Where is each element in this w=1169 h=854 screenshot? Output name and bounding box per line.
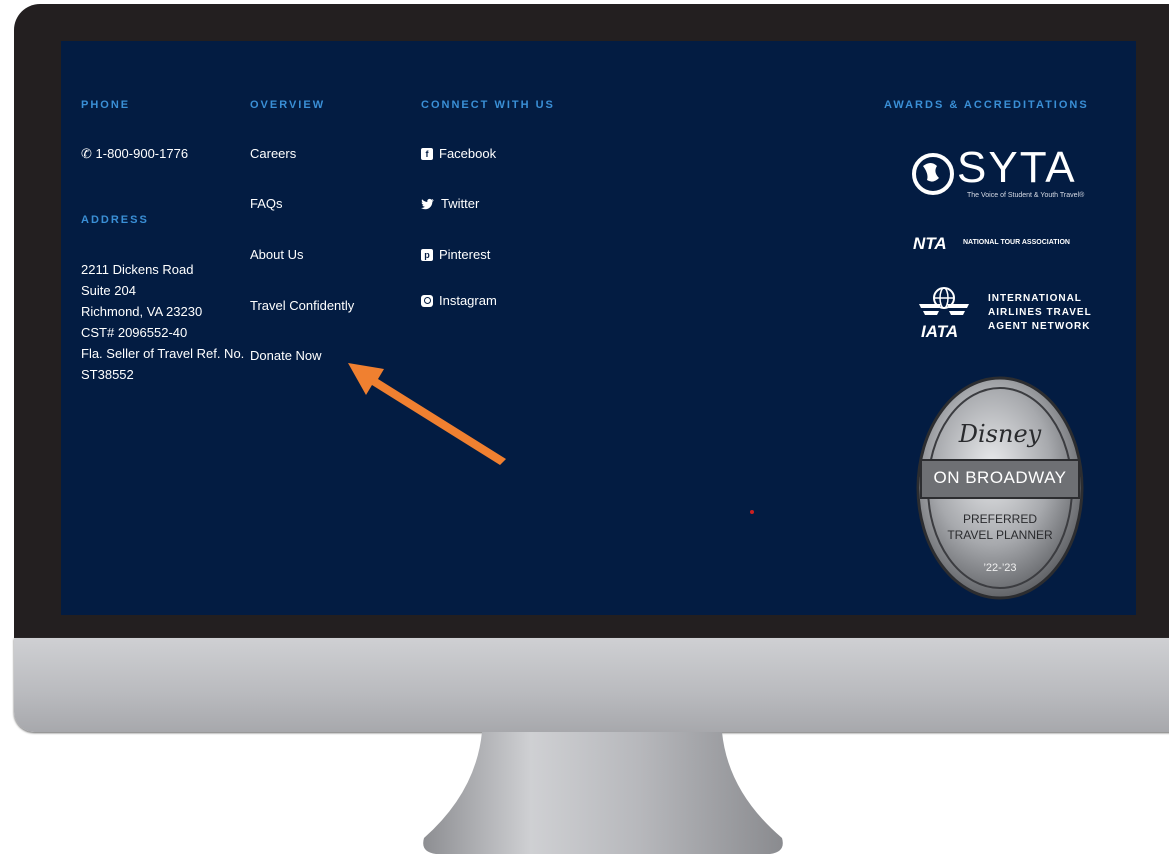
pinterest-icon: p <box>421 248 433 261</box>
address-block: 2211 Dickens Road Suite 204 Richmond, VA… <box>81 259 244 385</box>
disney-line2: PREFERRED <box>962 512 1037 526</box>
address-line: 2211 Dickens Road <box>81 262 194 277</box>
iata-line: AGENT NETWORK <box>988 321 1091 332</box>
address-section: ADDRESS <box>81 214 149 226</box>
instagram-link[interactable]: Instagram <box>421 293 497 308</box>
facebook-label: Facebook <box>439 146 497 161</box>
disney-brand: Disney <box>958 420 1042 448</box>
pinterest-link[interactable]: p Pinterest <box>421 247 490 262</box>
iata-name: IATA <box>921 322 959 341</box>
address-line: ST38552 <box>81 367 134 382</box>
twitter-link[interactable]: Twitter <box>421 196 479 211</box>
overview-heading: OVERVIEW <box>250 99 326 111</box>
globe-icon <box>912 153 954 195</box>
monitor-chin <box>14 638 1169 732</box>
twitter-label: Twitter <box>441 196 480 211</box>
address-line: Richmond, VA 23230 <box>81 304 203 319</box>
disney-line1: ON BROADWAY <box>933 468 1067 487</box>
phone-heading: PHONE <box>81 99 131 111</box>
overview-section: OVERVIEW <box>250 99 325 111</box>
syta-name: SYTA <box>957 143 1077 192</box>
phone-icon: ✆ <box>81 146 92 161</box>
phone-section: PHONE <box>81 99 130 111</box>
careers-link[interactable]: Careers <box>250 146 296 161</box>
awards-heading: AWARDS & ACCREDITATIONS <box>884 99 1089 111</box>
donate-now-link[interactable]: Donate Now <box>250 348 322 363</box>
nta-logo[interactable]: NTA NATIONAL TOUR ASSOCIATION <box>913 234 1093 254</box>
annotation-arrow <box>348 363 506 465</box>
faqs-link[interactable]: FAQs <box>250 196 283 211</box>
connect-section: CONNECT WITH US <box>421 99 555 111</box>
address-line: Suite 204 <box>81 283 136 298</box>
instagram-label: Instagram <box>439 293 497 308</box>
disney-line3: TRAVEL PLANNER <box>947 528 1053 542</box>
twitter-icon <box>421 198 434 209</box>
connect-heading: CONNECT WITH US <box>421 99 555 111</box>
syta-tagline: The Voice of Student & Youth Travel® <box>967 192 1085 199</box>
disney-years: ’22-’23 <box>983 562 1017 574</box>
facebook-icon: f <box>421 147 433 160</box>
iata-globe-icon <box>919 287 969 315</box>
address-heading: ADDRESS <box>81 214 149 226</box>
iata-logo[interactable]: IATA INTERNATIONAL AIRLINES TRAVEL AGENT… <box>913 286 1093 348</box>
nta-tagline: NATIONAL TOUR ASSOCIATION <box>963 239 1070 246</box>
disney-badge[interactable]: Disney ON BROADWAY PREFERRED TRAVEL PLAN… <box>916 376 1084 600</box>
red-dot <box>750 510 754 514</box>
footer-screen: PHONE ✆ 1-800-900-1776 ADDRESS 2211 Dick… <box>61 41 1136 615</box>
phone-number[interactable]: ✆ 1-800-900-1776 <box>81 146 188 162</box>
iata-line: AIRLINES TRAVEL <box>988 307 1092 318</box>
syta-logo[interactable]: SYTA The Voice of Student & Youth Travel… <box>911 146 1101 208</box>
iata-line: INTERNATIONAL <box>988 293 1082 304</box>
nta-name: NTA <box>913 234 947 253</box>
address-line: CST# 2096552-40 <box>81 325 188 340</box>
awards-section: AWARDS & ACCREDITATIONS <box>884 99 1089 111</box>
phone-number-text: 1-800-900-1776 <box>95 146 189 161</box>
address-line: Fla. Seller of Travel Ref. No. <box>81 346 245 361</box>
iata-text: INTERNATIONAL AIRLINES TRAVEL AGENT NETW… <box>988 292 1092 334</box>
travel-confidently-link[interactable]: Travel Confidently <box>250 298 354 313</box>
pinterest-label: Pinterest <box>439 247 491 262</box>
about-us-link[interactable]: About Us <box>250 247 303 262</box>
instagram-icon <box>421 294 433 307</box>
facebook-link[interactable]: f Facebook <box>421 146 496 161</box>
monitor-stand <box>423 732 783 854</box>
